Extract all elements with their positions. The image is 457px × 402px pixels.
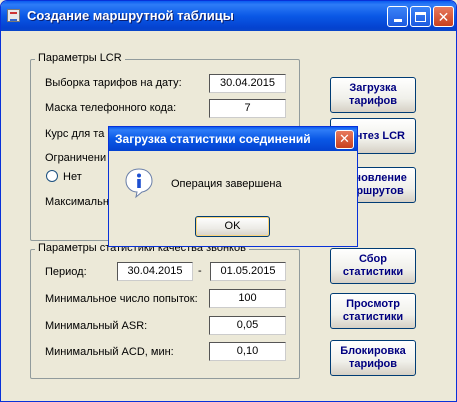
dialog-title: Загрузка статистики соединений [115,132,311,146]
collect-stats-button[interactable]: Сбор статистики [330,248,416,284]
maximize-icon [415,11,426,22]
close-icon: ✕ [437,8,450,25]
dialog-message: Операция завершена [171,178,282,190]
period-to-field[interactable]: 01.05.2015 [210,262,286,281]
app-icon [7,9,20,22]
min-acd-field[interactable]: 0,10 [209,342,286,361]
view-stats-button[interactable]: Просмотр статистики [330,293,416,329]
limit-label: Ограничени [45,152,107,164]
dialog-title-bar[interactable]: Загрузка статистики соединений ✕ [109,127,357,151]
minimize-icon [393,19,402,22]
radio-no[interactable] [46,170,58,182]
info-icon [125,168,153,199]
close-icon: ✕ [339,131,350,146]
load-tariffs-button[interactable]: Загрузка тарифов [330,77,416,113]
rate-label: Курс для та [45,128,105,140]
minimize-button[interactable] [387,6,408,27]
block-tariffs-button[interactable]: Блокировка тарифов [330,340,416,376]
maximize-button[interactable] [410,6,431,27]
title-bar[interactable]: Создание маршрутной таблицы ✕ [1,1,456,31]
tariff-date-field[interactable]: 30.04.2015 [209,74,286,93]
ok-button[interactable]: OK [195,216,270,237]
min-asr-field[interactable]: 0,05 [209,316,286,335]
lcr-params-legend: Параметры LCR [35,52,125,64]
period-from-field[interactable]: 30.04.2015 [117,262,193,281]
min-attempts-label: Минимальное число попыток: [45,293,198,305]
dialog-close-button[interactable]: ✕ [335,130,354,149]
message-dialog: Загрузка статистики соединений ✕ Операци… [108,126,358,247]
max-label: Максимальн [45,196,109,208]
radio-no-label: Нет [63,171,82,183]
main-window: Создание маршрутной таблицы ✕ Параметры … [0,0,457,402]
close-button[interactable]: ✕ [433,6,454,27]
min-acd-label: Минимальный ACD, мин: [45,346,174,358]
min-attempts-field[interactable]: 100 [209,289,286,308]
period-separator: - [198,265,202,277]
min-asr-label: Минимальный ASR: [45,320,148,332]
tariff-date-label: Выборка тарифов на дату: [45,77,182,89]
period-label: Период: [45,266,87,278]
window-title: Создание маршрутной таблицы [27,8,234,23]
phone-mask-label: Маска телефонного кода: [45,102,177,114]
phone-mask-field[interactable]: 7 [209,99,286,118]
